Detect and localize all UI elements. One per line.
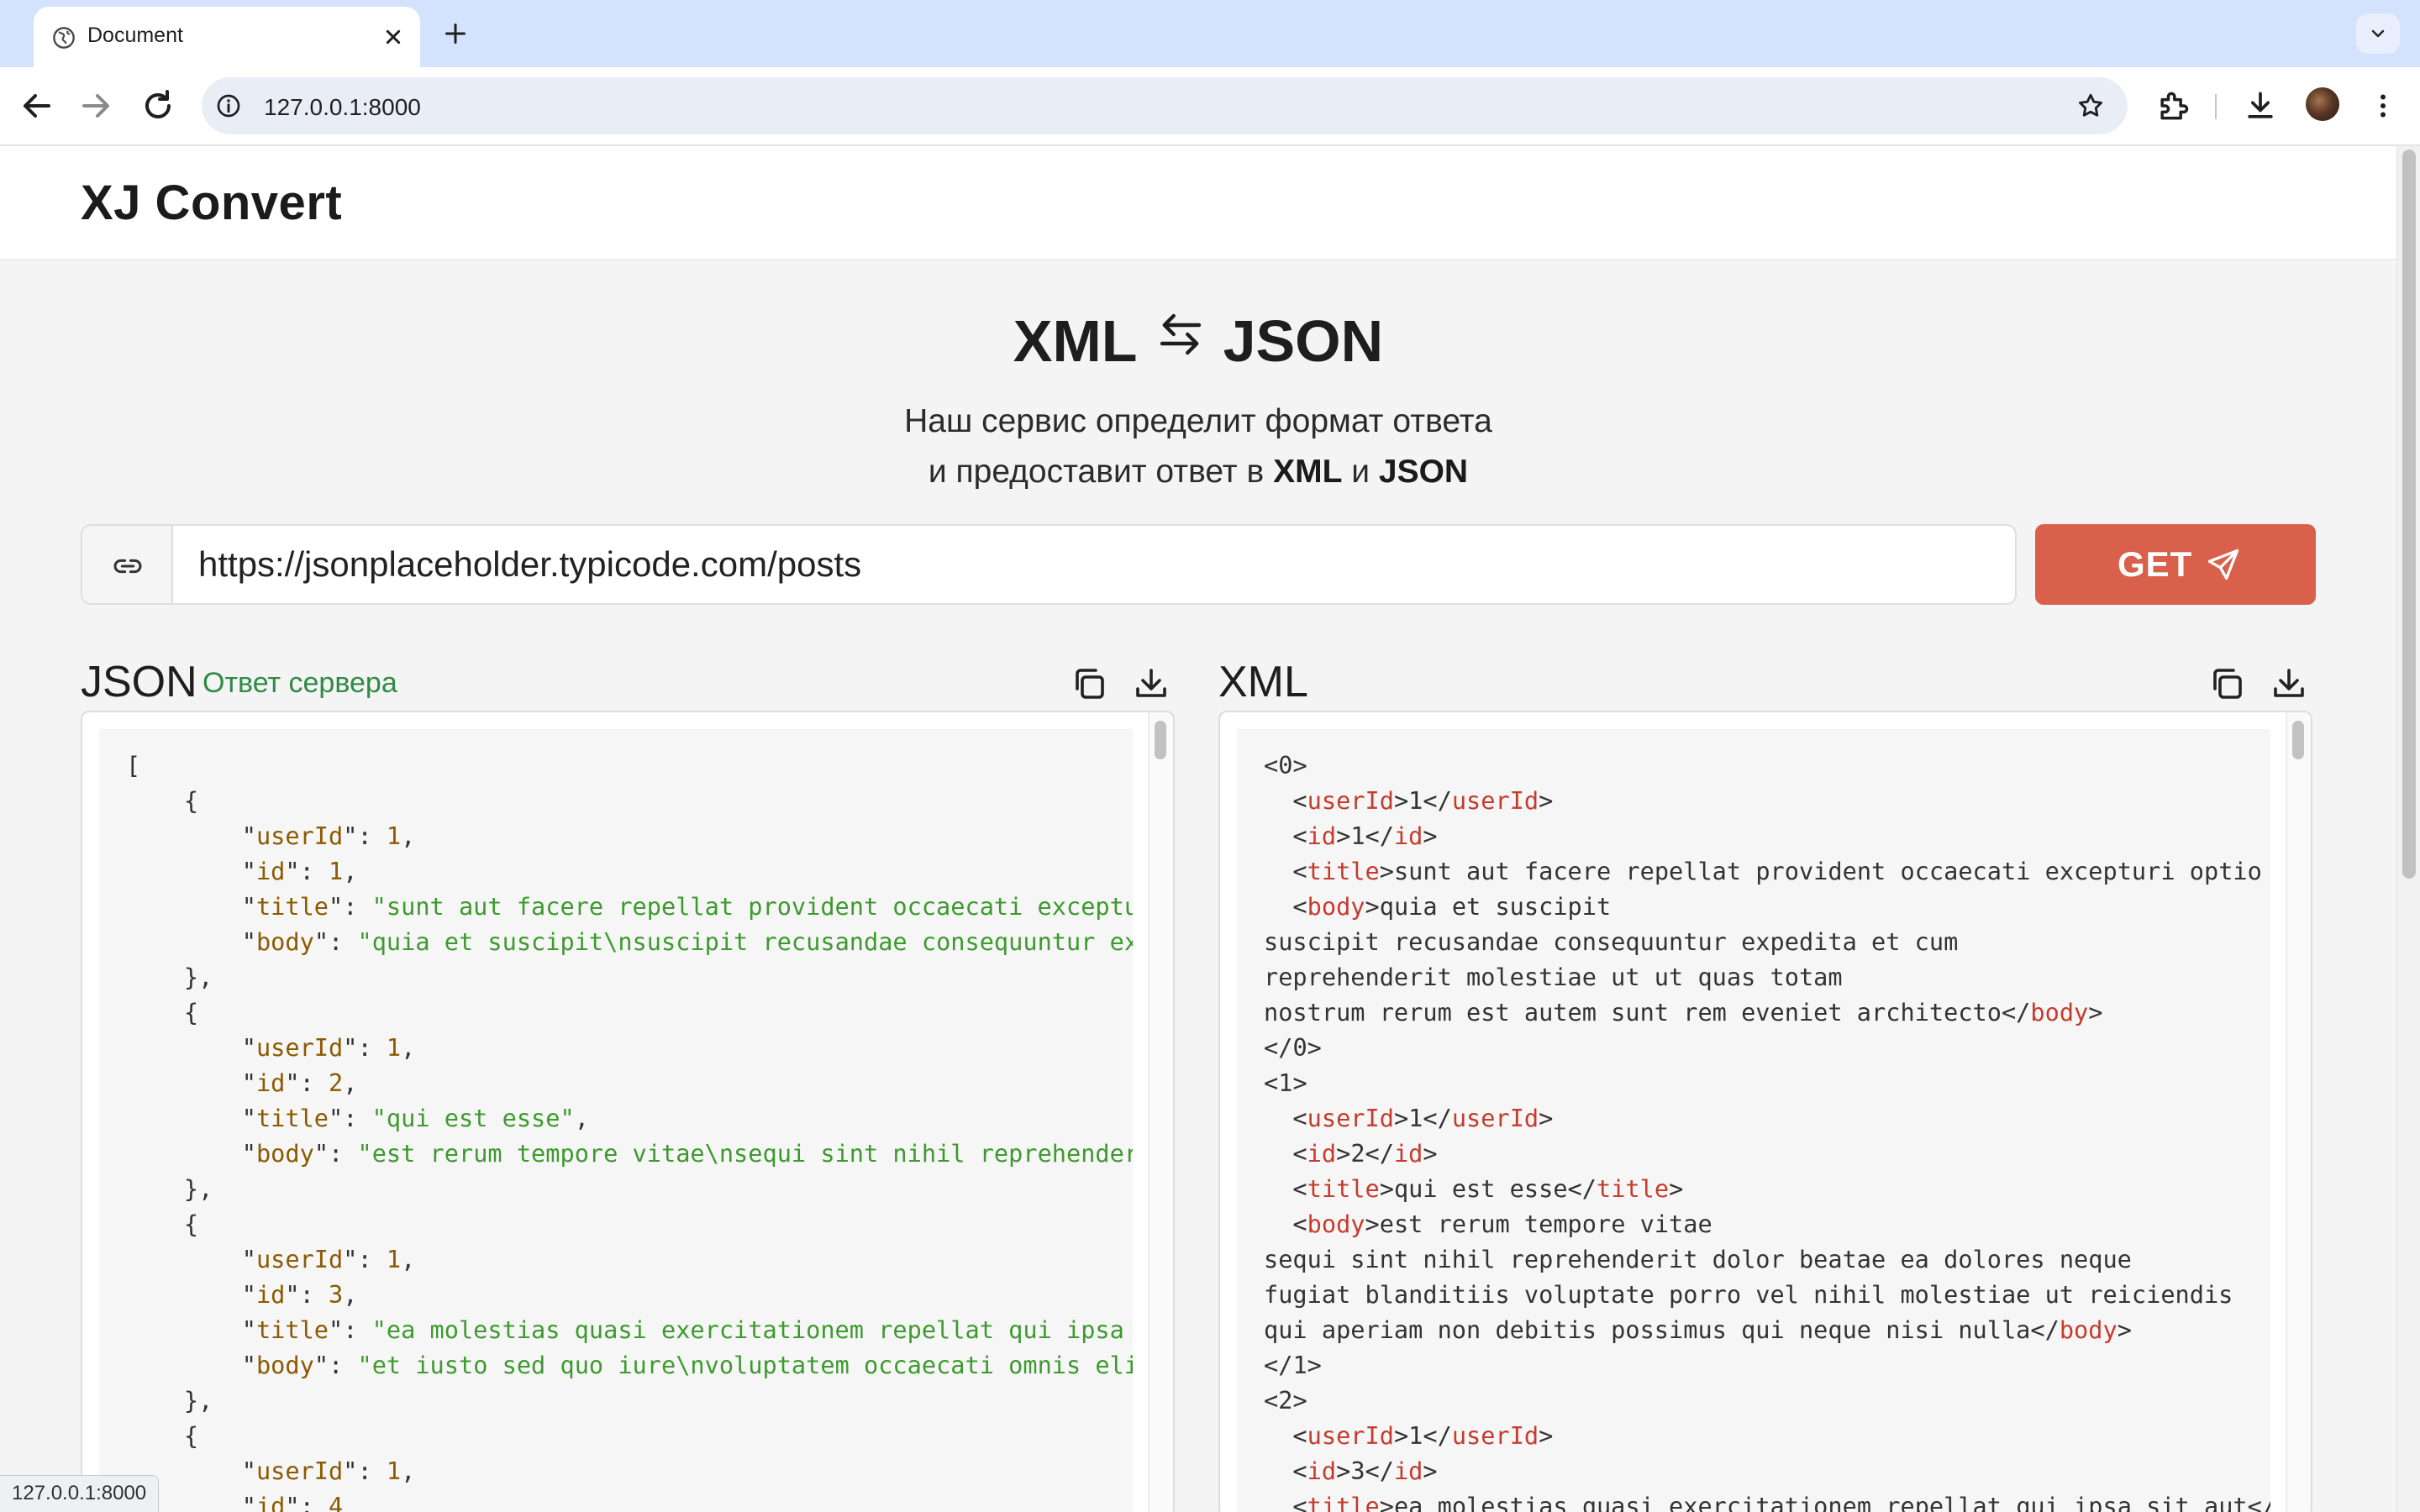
url-prefix-box bbox=[81, 524, 171, 605]
swap-arrows-icon bbox=[1153, 307, 1208, 375]
json-value: 4 bbox=[329, 1492, 344, 1512]
xml-panel-header: XML bbox=[1218, 654, 2312, 712]
extensions-puzzle-icon[interactable] bbox=[2154, 87, 2191, 124]
hero-subtitle: Наш сервис определит формат ответа и пре… bbox=[0, 396, 2396, 497]
link-status-bubble: 127.0.0.1:8000 bbox=[0, 1475, 160, 1512]
get-button[interactable]: GET bbox=[2035, 524, 2316, 605]
xml-output-panel[interactable]: <0> <userId>1</userId> <id>1</id> <title… bbox=[1218, 711, 2312, 1512]
json-key: body bbox=[255, 927, 314, 956]
json-key: id bbox=[255, 1492, 286, 1512]
json-value: qui est esse bbox=[386, 1104, 560, 1132]
tab-title: Document bbox=[87, 24, 183, 47]
json-panel-header: JSON Ответ сервера bbox=[81, 654, 1175, 712]
hero-subtitle-line1: Наш сервис определит формат ответа bbox=[904, 403, 1492, 439]
xml-scrollbar[interactable] bbox=[2286, 712, 2311, 1512]
json-key: id bbox=[255, 1280, 286, 1309]
page-viewport: XJ Convert XML JSON Наш сервис определит … bbox=[0, 146, 2396, 1512]
xml-code: <0> <userId>1</userId> <id>1</id> <title… bbox=[1264, 751, 2270, 1512]
json-key: body bbox=[255, 1351, 314, 1379]
hero-subtitle-xml: XML bbox=[1273, 454, 1343, 490]
globe-icon bbox=[53, 27, 75, 49]
hero-subtitle-prefix: и предоставит ответ в bbox=[928, 454, 1265, 490]
json-key: id bbox=[255, 857, 286, 885]
json-key: title bbox=[255, 1104, 329, 1132]
toolbar-divider bbox=[2215, 94, 2217, 119]
browser-tab-strip: Document bbox=[0, 0, 2420, 67]
json-value: et iusto sed quo iure\nvoluptatem occaec… bbox=[371, 1351, 1133, 1379]
reload-icon[interactable] bbox=[138, 86, 178, 126]
hero-subtitle-and: и bbox=[1351, 454, 1370, 490]
request-form: GET bbox=[81, 524, 2316, 605]
json-code: [ { "userId": 1, "id": 1, "title": "sunt… bbox=[126, 748, 1133, 1512]
address-bar[interactable]: 127.0.0.1:8000 bbox=[202, 77, 2128, 134]
site-info-icon[interactable] bbox=[215, 92, 242, 119]
tab-search-button[interactable] bbox=[2356, 13, 2400, 54]
download-icon[interactable] bbox=[2269, 664, 2309, 704]
more-vertical-icon[interactable] bbox=[2368, 89, 2398, 123]
hero-title: XML JSON bbox=[0, 307, 2396, 381]
copy-icon[interactable] bbox=[2207, 664, 2247, 704]
back-arrow-icon[interactable] bbox=[17, 86, 57, 126]
json-key: userId bbox=[255, 822, 344, 850]
json-key: body bbox=[255, 1139, 314, 1168]
xml-panel-title: XML bbox=[1218, 658, 1308, 706]
json-key: userId bbox=[255, 1457, 344, 1485]
send-icon bbox=[2207, 549, 2239, 580]
browser-tab[interactable]: Document bbox=[34, 7, 420, 67]
json-value: 3 bbox=[329, 1280, 344, 1309]
json-value: ea molestias quasi exercitationem repell… bbox=[386, 1315, 1133, 1344]
json-key: userId bbox=[255, 1245, 344, 1273]
page-scrollbar[interactable] bbox=[2396, 146, 2420, 1512]
download-icon[interactable] bbox=[1131, 664, 1171, 704]
chevron-down-icon bbox=[2371, 29, 2385, 38]
json-scrollbar[interactable] bbox=[1148, 712, 1173, 1512]
site-header: XJ Convert bbox=[0, 146, 2396, 260]
json-value: 1 bbox=[386, 1033, 402, 1062]
json-value: 2 bbox=[329, 1068, 344, 1097]
json-value: quia et suscipit\nsuscipit recusandae co… bbox=[371, 927, 1133, 956]
json-scroll-thumb[interactable] bbox=[1155, 721, 1166, 759]
site-logo[interactable]: XJ Convert bbox=[81, 175, 342, 231]
hero-title-xml: XML bbox=[1013, 308, 1138, 374]
profile-avatar[interactable] bbox=[2306, 87, 2339, 121]
url-input[interactable] bbox=[171, 524, 2017, 605]
get-button-label: GET bbox=[2118, 544, 2193, 584]
json-panel-title: JSON bbox=[81, 658, 197, 706]
json-key: userId bbox=[255, 1033, 344, 1062]
new-tab-plus-icon[interactable] bbox=[440, 18, 471, 49]
bookmark-star-icon[interactable] bbox=[2075, 91, 2106, 121]
json-output-panel[interactable]: [ { "userId": 1, "id": 1, "title": "sunt… bbox=[81, 711, 1175, 1512]
json-value: 1 bbox=[329, 857, 344, 885]
browser-toolbar: 127.0.0.1:8000 bbox=[0, 67, 2420, 146]
json-key: title bbox=[255, 892, 329, 921]
xml-scroll-thumb[interactable] bbox=[2292, 721, 2304, 759]
hero-subtitle-line2: и предоставит ответ в XML и JSON bbox=[0, 447, 2396, 497]
page-scroll-thumb[interactable] bbox=[2402, 150, 2416, 879]
copy-icon[interactable] bbox=[1069, 664, 1109, 704]
downloads-icon[interactable] bbox=[2242, 87, 2279, 124]
json-code-area: [ { "userId": 1, "id": 1, "title": "sunt… bbox=[99, 729, 1133, 1512]
json-value: sunt aut facere repellat provident occae… bbox=[386, 892, 1133, 921]
address-url: 127.0.0.1:8000 bbox=[264, 94, 421, 120]
json-value: est rerum tempore vitae\nsequi sint nihi… bbox=[371, 1139, 1133, 1168]
hero-subtitle-json: JSON bbox=[1378, 454, 1469, 490]
json-status-label: Ответ сервера bbox=[203, 667, 397, 699]
xml-code-area: <0> <userId>1</userId> <id>1</id> <title… bbox=[1237, 729, 2270, 1512]
json-key: title bbox=[255, 1315, 329, 1344]
json-value: 1 bbox=[386, 1245, 402, 1273]
forward-arrow-icon[interactable] bbox=[76, 86, 116, 126]
json-key: id bbox=[255, 1068, 286, 1097]
hero-title-json: JSON bbox=[1223, 308, 1384, 374]
link-icon bbox=[113, 559, 142, 574]
json-value: 1 bbox=[386, 1457, 402, 1485]
json-value: 1 bbox=[386, 822, 402, 850]
close-icon[interactable] bbox=[380, 24, 407, 50]
